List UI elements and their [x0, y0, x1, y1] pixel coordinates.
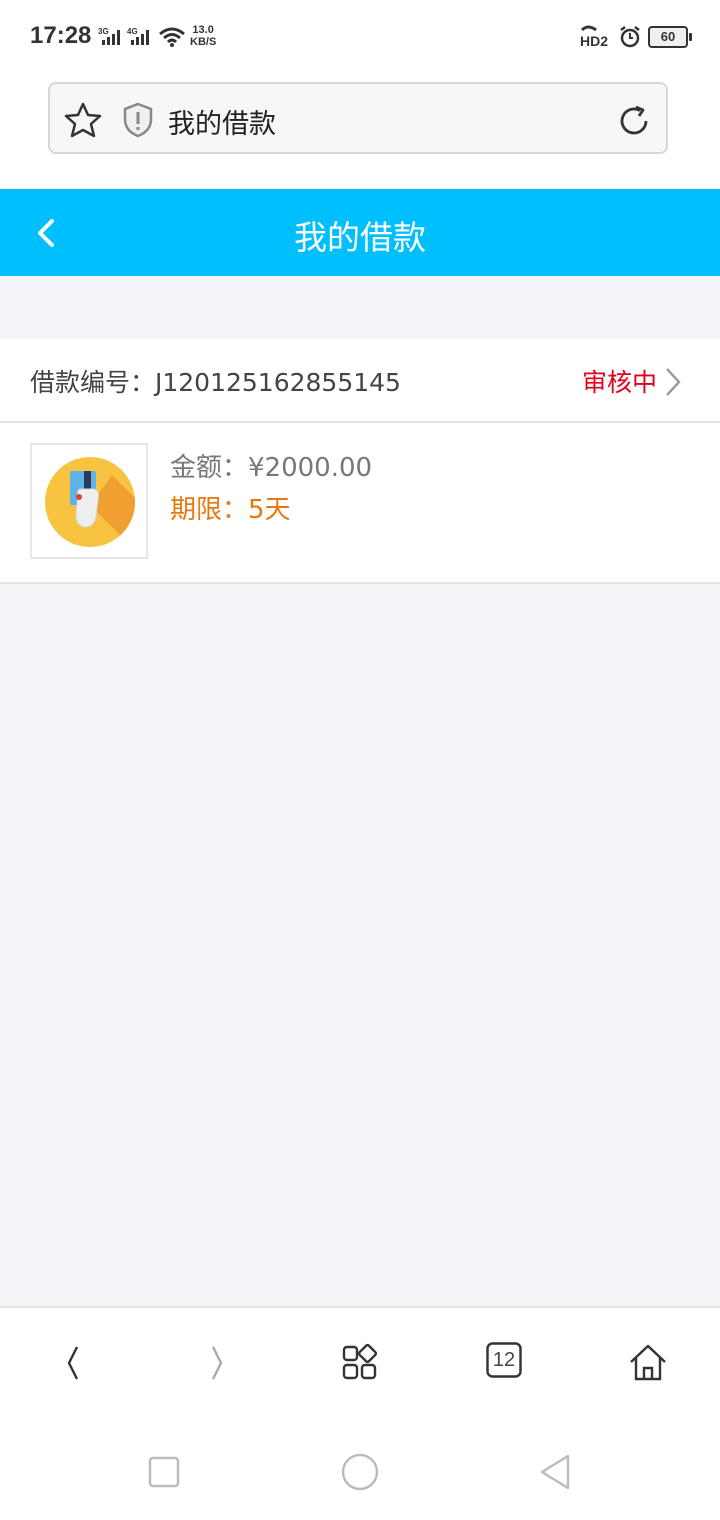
address-bar[interactable]: 我的借款	[48, 82, 668, 154]
page-header: 我的借款	[0, 189, 720, 276]
back-icon[interactable]	[50, 1338, 100, 1388]
loan-number: 借款编号：J120125162855145	[30, 368, 401, 397]
status-time: 17:28	[30, 22, 92, 49]
loan-card[interactable]: 借款编号：J120125162855145 审核中 金额：¥2000.00 期限…	[0, 339, 720, 584]
refresh-icon[interactable]	[616, 103, 652, 139]
net-speed-value: 13.0	[192, 24, 214, 36]
recents-icon[interactable]	[146, 1454, 182, 1490]
star-icon[interactable]	[64, 102, 102, 138]
credit-card-hand-icon	[45, 457, 135, 547]
loan-amount: 金额：¥2000.00	[170, 453, 373, 483]
loan-term: 期限：5天	[170, 495, 291, 525]
hd-call-icon: HD2	[580, 25, 608, 49]
signal-3g-icon: 3G	[98, 27, 120, 45]
chevron-right-icon	[666, 368, 681, 396]
tab-count: 12	[492, 1349, 516, 1371]
page-title: 我的借款	[294, 218, 426, 257]
svg-text:4G: 4G	[127, 27, 138, 36]
android-nav-bar	[0, 1412, 720, 1520]
shield-icon[interactable]	[122, 102, 154, 138]
tabs-icon[interactable]: 12	[486, 1342, 522, 1378]
battery-indicator: 60	[648, 26, 692, 48]
nav-back-icon[interactable]	[536, 1452, 576, 1492]
net-speed-unit: KB/S	[190, 36, 217, 48]
signal-4g-icon: 4G	[127, 27, 149, 45]
home-icon[interactable]	[623, 1338, 673, 1388]
address-title[interactable]: 我的借款	[168, 102, 276, 141]
loan-status: 审核中	[582, 368, 658, 397]
status-bar: 17:28 3G 4G 13.0 KB/S HD2 60	[0, 0, 720, 72]
svg-text:HD2: HD2	[580, 33, 608, 49]
apps-icon[interactable]	[335, 1338, 385, 1388]
wifi-icon	[159, 27, 185, 47]
forward-icon[interactable]	[192, 1338, 242, 1388]
home-circle-icon[interactable]	[340, 1452, 380, 1492]
loan-thumbnail	[30, 443, 148, 559]
loan-row-header[interactable]: 借款编号：J120125162855145 审核中	[0, 339, 720, 423]
svg-text:3G: 3G	[98, 27, 109, 36]
browser-toolbar: 12	[0, 1306, 720, 1414]
alarm-icon	[620, 26, 640, 48]
network-speed: 13.0 KB/S	[190, 24, 216, 48]
